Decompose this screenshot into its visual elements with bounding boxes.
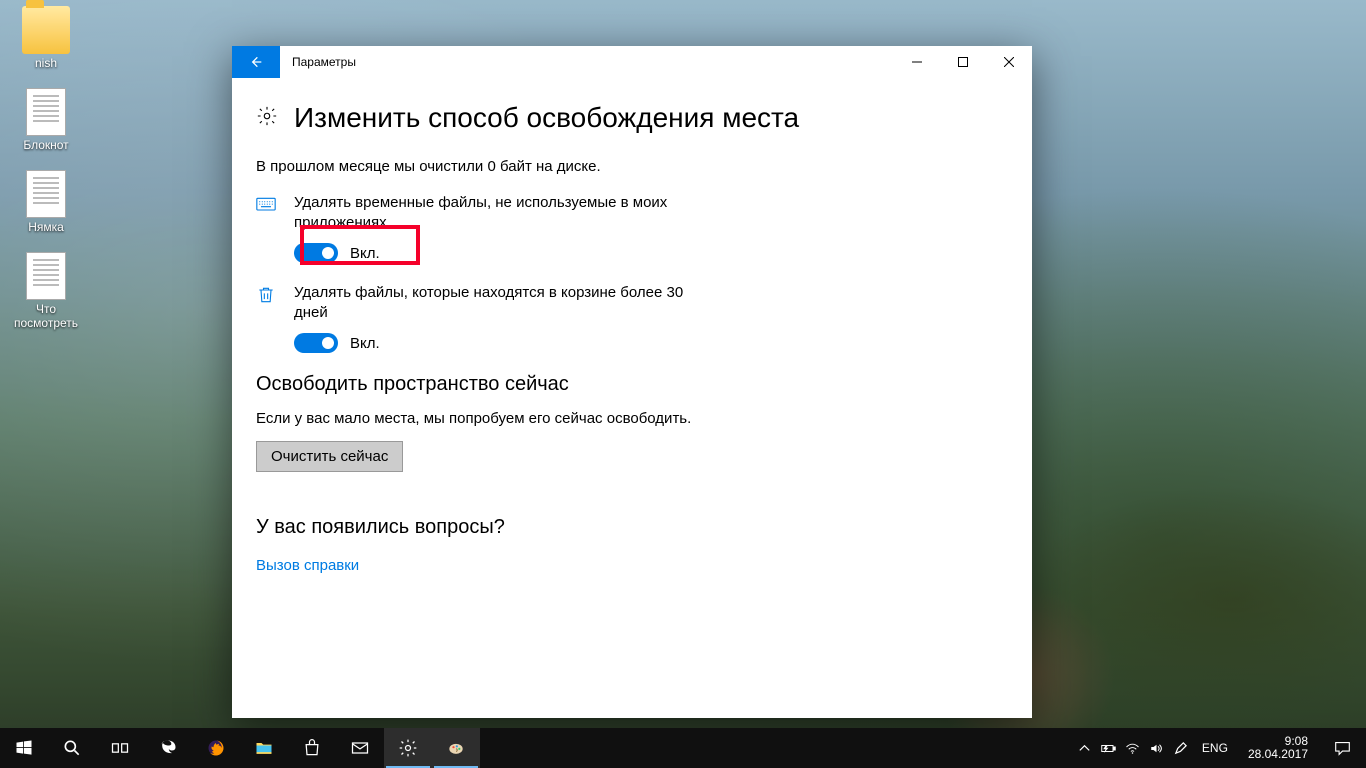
section-free-now-title: Освободить пространство сейчас <box>256 373 1008 396</box>
tray-pen[interactable] <box>1172 728 1190 768</box>
taskbar-firefox[interactable] <box>192 728 240 768</box>
notification-icon <box>1334 740 1351 757</box>
toggle-state: Вкл. <box>350 335 380 352</box>
desktop-icon-txt[interactable]: Что посмотреть <box>8 252 84 330</box>
section-help-title: У вас появились вопросы? <box>256 516 1008 539</box>
toggle-track <box>294 243 338 263</box>
volume-icon <box>1149 741 1164 756</box>
desktop-icon-label: Что посмотреть <box>8 302 84 330</box>
taskbar: ENG 9:08 28.04.2017 <box>0 728 1366 768</box>
settings-content: Изменить способ освобождения места В про… <box>232 78 1032 718</box>
tray-chevron-up[interactable] <box>1076 728 1094 768</box>
taskbar-edge[interactable] <box>144 728 192 768</box>
gear-icon <box>256 105 278 132</box>
status-text: В прошлом месяце мы очистили 0 байт на д… <box>256 158 1008 175</box>
taskview-button[interactable] <box>96 728 144 768</box>
desktop-icon-txt[interactable]: Блокнот <box>8 88 84 152</box>
search-button[interactable] <box>48 728 96 768</box>
firefox-icon <box>206 738 226 758</box>
option-recycle-bin: Удалять файлы, которые находятся в корзи… <box>256 283 1008 353</box>
desktop-icon-txt[interactable]: Нямка <box>8 170 84 234</box>
language-indicator[interactable]: ENG <box>1196 741 1234 755</box>
settings-window: Параметры Изменить способ освобождения м… <box>232 46 1032 718</box>
desktop-icon-label: Блокнот <box>8 138 84 152</box>
store-icon <box>302 738 322 758</box>
textfile-icon <box>26 170 66 218</box>
pen-icon <box>1173 741 1188 756</box>
taskbar-explorer[interactable] <box>240 728 288 768</box>
edge-icon <box>158 738 178 758</box>
page-title: Изменить способ освобождения места <box>294 102 799 134</box>
chevron-up-icon <box>1077 741 1092 756</box>
paint-icon <box>446 738 466 758</box>
trash-icon <box>256 283 278 353</box>
toggle-recycle-bin[interactable]: Вкл. <box>294 333 714 353</box>
maximize-button[interactable] <box>940 46 986 78</box>
page-header: Изменить способ освобождения места <box>256 102 1008 134</box>
help-link[interactable]: Вызов справки <box>256 557 359 574</box>
option-temp-files: Удалять временные файлы, не используемые… <box>256 193 1008 263</box>
taskbar-left <box>0 728 480 768</box>
toggle-temp-files[interactable]: Вкл. <box>294 243 714 263</box>
back-button[interactable] <box>232 46 280 78</box>
taskbar-paint[interactable] <box>432 728 480 768</box>
textfile-icon <box>26 252 66 300</box>
action-center-button[interactable] <box>1322 740 1362 757</box>
tray-volume[interactable] <box>1148 728 1166 768</box>
gear-icon <box>398 738 418 758</box>
titlebar[interactable]: Параметры <box>232 46 1032 78</box>
mail-icon <box>350 738 370 758</box>
minimize-button[interactable] <box>894 46 940 78</box>
textfile-icon <box>26 88 66 136</box>
option-label: Удалять временные файлы, не используемые… <box>294 193 714 233</box>
tray-wifi[interactable] <box>1124 728 1142 768</box>
toggle-state: Вкл. <box>350 245 380 262</box>
taskbar-settings[interactable] <box>384 728 432 768</box>
clean-now-button[interactable]: Очистить сейчас <box>256 441 403 472</box>
search-icon <box>62 738 82 758</box>
desktop-icon-label: Нямка <box>8 220 84 234</box>
close-button[interactable] <box>986 46 1032 78</box>
battery-icon <box>1101 741 1116 756</box>
toggle-track <box>294 333 338 353</box>
clock-date: 28.04.2017 <box>1248 748 1308 761</box>
taskbar-right: ENG 9:08 28.04.2017 <box>1076 728 1366 768</box>
option-label: Удалять файлы, которые находятся в корзи… <box>294 283 714 323</box>
window-title: Параметры <box>280 55 894 69</box>
folder-icon <box>254 738 274 758</box>
taskbar-store[interactable] <box>288 728 336 768</box>
taskbar-mail[interactable] <box>336 728 384 768</box>
windows-icon <box>14 738 34 758</box>
wifi-icon <box>1125 741 1140 756</box>
desktop-icons: nish Блокнот Нямка Что посмотреть <box>8 6 88 348</box>
clock[interactable]: 9:08 28.04.2017 <box>1240 735 1316 761</box>
desktop: nish Блокнот Нямка Что посмотреть Параме… <box>0 0 1366 768</box>
desktop-icon-label: nish <box>8 56 84 70</box>
desktop-icon-folder[interactable]: nish <box>8 6 84 70</box>
arrow-left-icon <box>248 54 264 70</box>
start-button[interactable] <box>0 728 48 768</box>
taskview-icon <box>110 738 130 758</box>
tray-battery[interactable] <box>1100 728 1118 768</box>
caption-buttons <box>894 46 1032 78</box>
folder-icon <box>22 6 70 54</box>
section-free-now-text: Если у вас мало места, мы попробуем его … <box>256 410 1008 427</box>
keyboard-icon <box>256 193 278 263</box>
